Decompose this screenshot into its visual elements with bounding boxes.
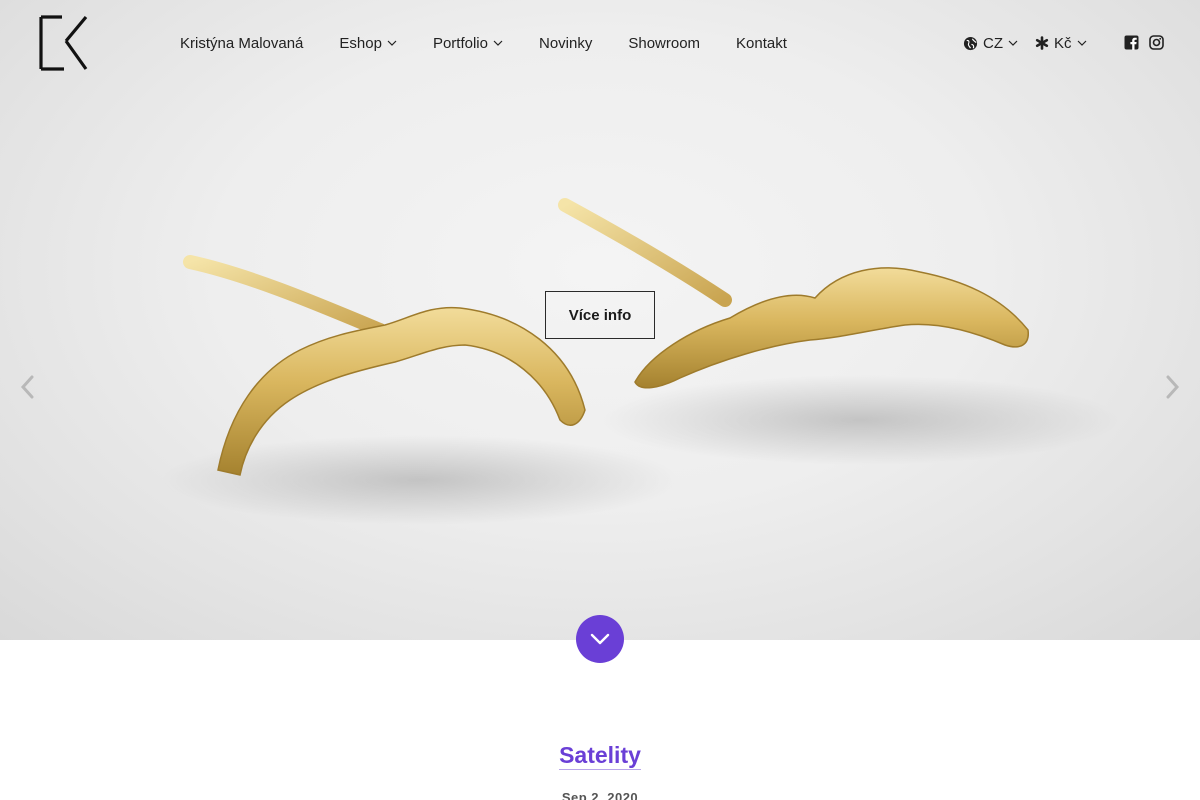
facebook-icon (1124, 35, 1139, 50)
nav-item-kristyna-malovana[interactable]: Kristýna Malovaná (180, 32, 303, 54)
site-header: Kristýna Malovaná Eshop Portfolio Novink… (0, 0, 1200, 86)
slide-prev-button[interactable] (18, 372, 38, 402)
article-title-link[interactable]: Satelity (559, 742, 641, 770)
instagram-link[interactable] (1149, 35, 1164, 50)
currency-value: Kč (1054, 34, 1072, 52)
nav-item-eshop[interactable]: Eshop (339, 32, 397, 54)
nav-item-portfolio[interactable]: Portfolio (433, 32, 503, 54)
slide-next-button[interactable] (1162, 372, 1182, 402)
language-selector[interactable]: CZ (963, 35, 1018, 52)
nav-label: Eshop (339, 34, 382, 52)
nav-label: Showroom (628, 34, 701, 52)
chevron-down-icon (1077, 40, 1086, 46)
social-links (1124, 35, 1164, 50)
nav-item-novinky[interactable]: Novinky (539, 32, 592, 54)
article-title: Satelity (0, 742, 1200, 770)
nav-item-showroom[interactable]: Showroom (628, 32, 700, 54)
chevron-down-icon (590, 633, 610, 645)
asterisk-icon (1035, 36, 1049, 50)
nav-label: Kontakt (736, 34, 787, 52)
header-tools: CZ Kč (963, 32, 1104, 54)
chevron-down-icon (493, 40, 503, 46)
site-logo[interactable] (36, 12, 92, 74)
nav-label: Novinky (538, 34, 593, 52)
k-logo-icon (39, 15, 88, 71)
facebook-link[interactable] (1124, 35, 1139, 50)
chevron-down-icon (1008, 40, 1018, 46)
main-nav: Kristýna Malovaná Eshop Portfolio Novink… (180, 32, 823, 54)
nav-label: Portfolio (432, 34, 488, 52)
nav-label: Kristýna Malovaná (180, 34, 304, 52)
globe-icon (963, 36, 978, 50)
chevron-right-icon (1166, 375, 1180, 399)
scroll-down-button[interactable] (576, 615, 624, 663)
more-info-button[interactable]: Více info (545, 291, 655, 339)
nav-item-kontakt[interactable]: Kontakt (736, 32, 787, 54)
currency-selector[interactable]: Kč (1035, 35, 1087, 52)
chevron-down-icon (387, 40, 397, 46)
chevron-left-icon (20, 375, 34, 399)
instagram-icon (1149, 35, 1164, 50)
article-date: Sep 2, 2020 (561, 790, 639, 800)
hero-slideshow: Více info (0, 0, 1200, 640)
language-value: CZ (983, 34, 1003, 52)
